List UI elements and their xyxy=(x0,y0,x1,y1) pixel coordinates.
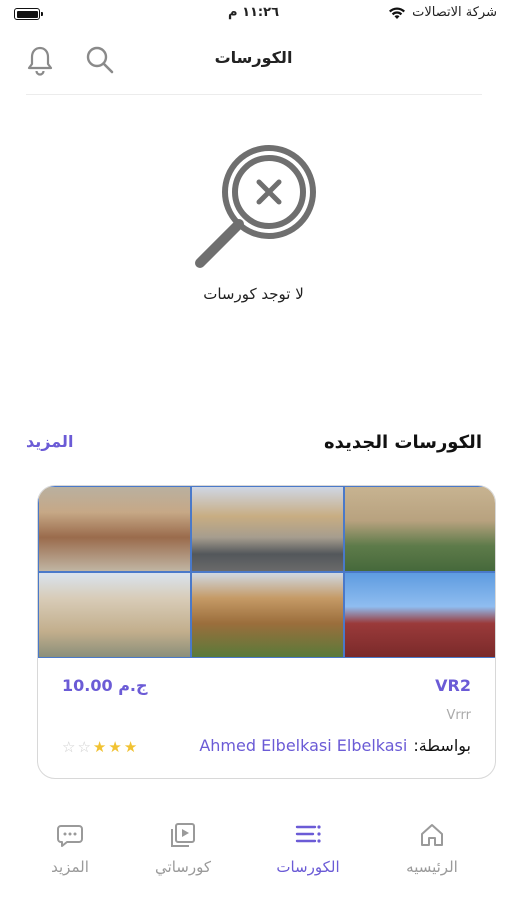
tab-label: الرئيسيه xyxy=(406,858,458,876)
tab-home[interactable]: الرئيسيه xyxy=(382,820,482,876)
more-link[interactable]: المزيد xyxy=(26,432,73,451)
home-icon xyxy=(421,824,443,846)
empty-message: لا توجد كورسات xyxy=(203,285,304,303)
thumbnail-tile xyxy=(191,486,344,572)
tab-more[interactable]: المزيد xyxy=(20,820,120,876)
course-subtitle: Vrrr xyxy=(446,708,471,723)
more-chat-icon xyxy=(57,825,83,847)
new-courses-header: الكورسات الجديده المزيد xyxy=(26,430,482,460)
thumbnail-tile xyxy=(38,572,191,658)
tab-my-courses[interactable]: كورساتي xyxy=(133,820,233,876)
courses-list-icon xyxy=(295,825,321,843)
thumbnail-tile xyxy=(344,486,495,572)
play-video-icon xyxy=(171,823,195,847)
tab-label: المزيد xyxy=(51,858,89,876)
author-row: بواسطة: Ahmed Elbelkasi Elbelkasi xyxy=(199,736,471,755)
thumbnail-tile xyxy=(191,572,344,658)
empty-state: لا توجد كورسات xyxy=(0,140,507,303)
app-header: الكورسات xyxy=(0,30,507,90)
wifi-icon xyxy=(389,6,406,19)
course-card[interactable]: 10.00 ج.م VR2 Vrrr بواسطة: Ahmed Elbelka… xyxy=(37,485,496,779)
author-prefix: بواسطة: xyxy=(413,736,471,755)
tab-label: كورساتي xyxy=(155,858,211,876)
no-results-search-icon xyxy=(194,145,316,268)
carrier-name: شركة الاتصالات xyxy=(412,5,497,20)
course-price: 10.00 ج.م xyxy=(62,676,148,695)
course-thumbnail xyxy=(38,486,495,658)
tab-label: الكورسات xyxy=(276,858,340,876)
tab-courses[interactable]: الكورسات xyxy=(258,820,358,876)
bottom-tab-bar: الرئيسيه الكورسات كورساتي المزيد xyxy=(0,810,507,900)
thumbnail-tile xyxy=(344,572,495,658)
status-bar: ١١:٢٦ م شركة الاتصالات xyxy=(0,0,507,30)
star-empty-icon: ☆ xyxy=(62,738,76,756)
status-right: شركة الاتصالات xyxy=(388,5,497,20)
rating-stars: ★ ★ ★ ☆ ☆ xyxy=(62,738,137,756)
star-filled-icon: ★ xyxy=(108,738,122,756)
page-title: الكورسات xyxy=(214,48,293,67)
course-name: VR2 xyxy=(435,676,471,695)
star-filled-icon: ★ xyxy=(123,738,138,756)
author-name[interactable]: Ahmed Elbelkasi Elbelkasi xyxy=(199,736,407,755)
section-title: الكورسات الجديده xyxy=(324,432,482,453)
header-divider xyxy=(26,94,482,95)
star-filled-icon: ★ xyxy=(92,738,107,756)
star-empty-icon: ☆ xyxy=(77,738,91,756)
thumbnail-tile xyxy=(38,486,191,572)
